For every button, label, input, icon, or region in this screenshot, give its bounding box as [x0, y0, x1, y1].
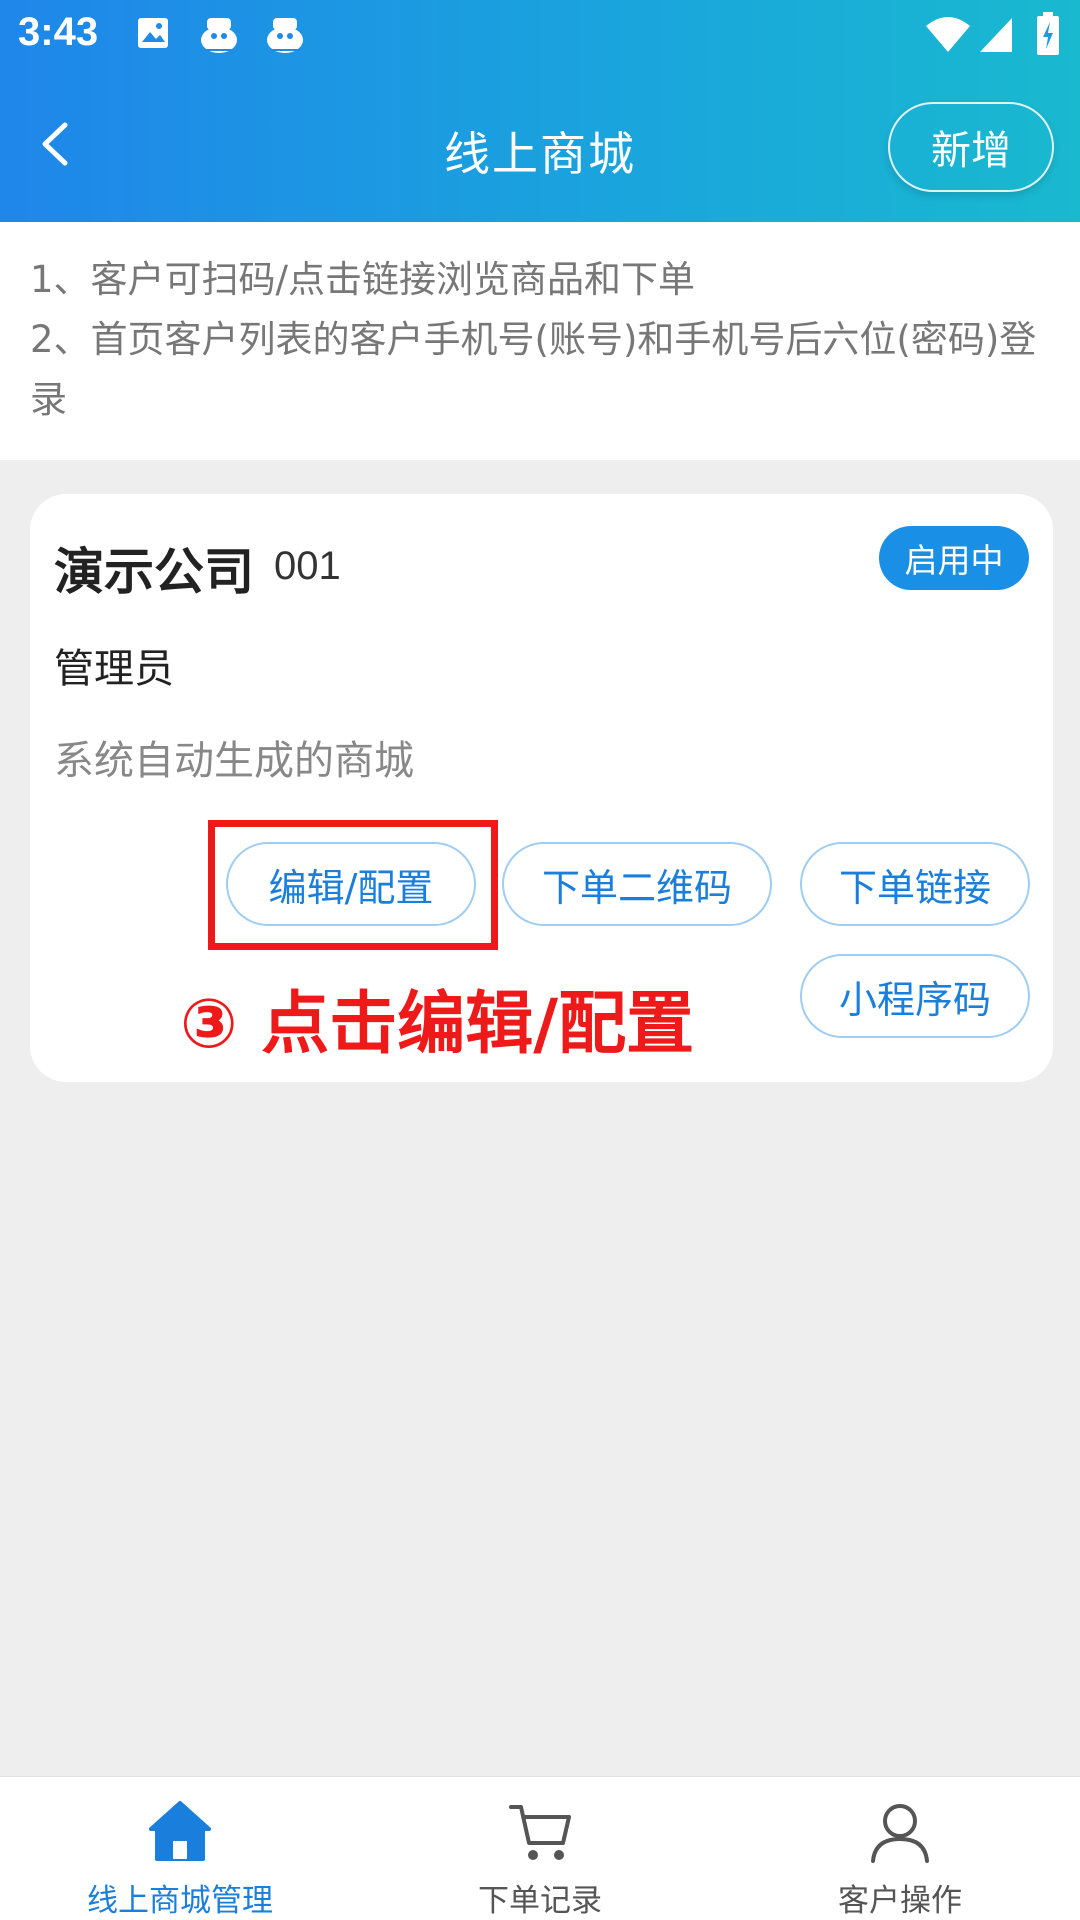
tab-customer-operations[interactable]: 客户操作: [720, 1777, 1080, 1920]
tab-mall-management[interactable]: 线上商城管理: [0, 1777, 360, 1920]
annotation-text: ③ 点击编辑/配置: [180, 985, 695, 1064]
mall-description: 系统自动生成的商城: [54, 738, 414, 784]
app-notification-icon: [262, 14, 308, 60]
status-bar: 3:43: [0, 0, 1080, 72]
home-icon: [149, 1801, 211, 1861]
user-icon: [871, 1804, 929, 1863]
nav-bar: 线上商城 新增: [0, 72, 1080, 222]
mall-manager: 管理员: [54, 646, 174, 692]
notice-line-2: 2、首页客户列表的客户手机号(账号)和手机号后六位(密码)登录: [30, 318, 1037, 421]
notice-line-1: 1、客户可扫码/点击链接浏览商品和下单: [30, 258, 696, 301]
tab-label: 线上商城管理: [87, 1883, 273, 1919]
header: 3:43 线上商城 新增: [0, 0, 1080, 222]
miniprogram-code-button[interactable]: 小程序码: [800, 954, 1030, 1038]
status-badge: 启用中: [879, 526, 1029, 590]
status-time: 3:43: [18, 10, 99, 54]
order-qrcode-button[interactable]: 下单二维码: [502, 842, 772, 926]
cart-icon: [509, 1805, 571, 1860]
tab-label: 下单记录: [478, 1883, 602, 1919]
signal-icon: [978, 16, 1014, 58]
highlight-box: [208, 820, 498, 950]
mall-name: 演示公司: [54, 543, 254, 601]
mall-code: 001: [274, 544, 341, 588]
app-notification-icon: [196, 14, 242, 60]
order-link-button[interactable]: 下单链接: [800, 842, 1030, 926]
battery-icon: [1036, 12, 1060, 60]
notice-panel: 1、客户可扫码/点击链接浏览商品和下单 2、首页客户列表的客户手机号(账号)和手…: [0, 222, 1080, 460]
wifi-icon: [924, 14, 972, 58]
tab-label: 客户操作: [838, 1883, 962, 1919]
image-notification-icon: [136, 16, 170, 54]
bottom-tab-bar: 线上商城管理 下单记录 客户操作: [0, 1776, 1080, 1920]
add-button[interactable]: 新增: [888, 102, 1054, 192]
tab-order-records[interactable]: 下单记录: [360, 1777, 720, 1920]
